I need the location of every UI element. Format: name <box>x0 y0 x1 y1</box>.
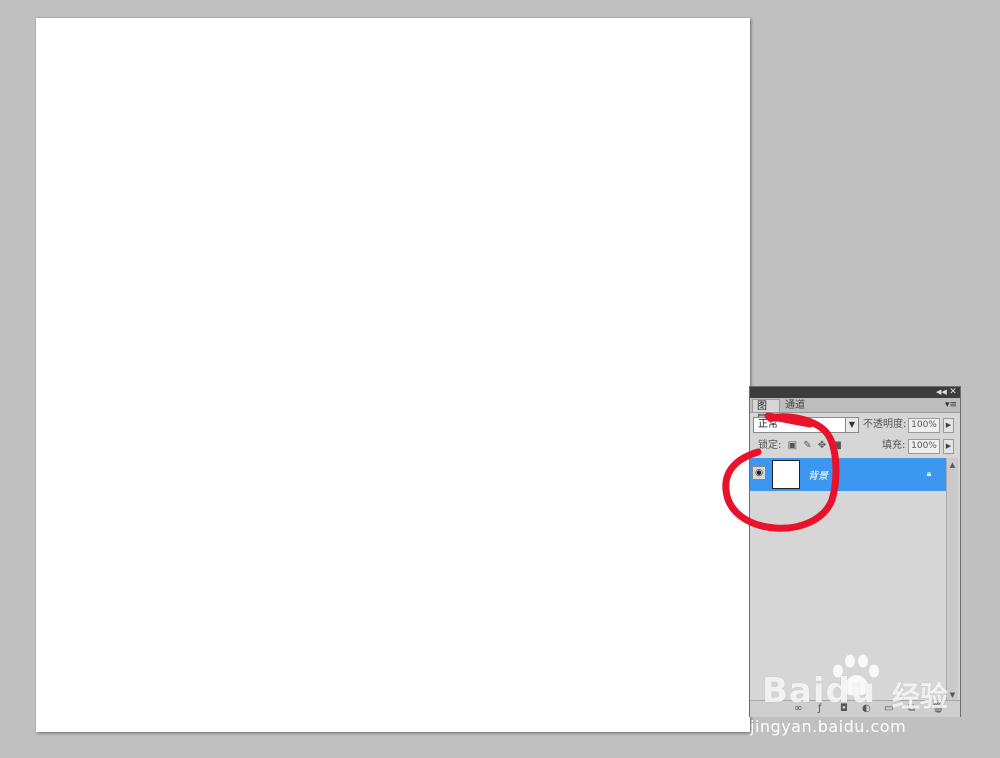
lock-transparent-icon[interactable]: ▣ <box>788 440 797 451</box>
panel-tab-row: 图层 通道 ▾≡ <box>750 398 960 425</box>
document-canvas[interactable] <box>36 18 750 732</box>
watermark-url: jingyan.baidu.com <box>750 717 907 736</box>
close-icon[interactable]: ✕ <box>948 387 958 398</box>
opacity-label: 不透明度: <box>863 419 907 430</box>
opacity-arrow-icon[interactable]: ▶ <box>943 418 954 433</box>
eye-icon[interactable]: ◉ <box>752 466 766 480</box>
lock-label: 锁定: <box>758 440 782 451</box>
blend-mode-select[interactable]: 正常 ▼ <box>753 417 859 433</box>
watermark-product: 经验 <box>892 680 949 713</box>
blend-mode-value: 正常 <box>758 419 778 430</box>
chevron-down-icon[interactable]: ▼ <box>845 417 859 433</box>
opacity-input[interactable]: 100% <box>908 418 940 433</box>
layer-thumbnail[interactable] <box>772 460 800 489</box>
lock-all-icon[interactable]: ■ <box>832 440 841 451</box>
fill-label: 填充: <box>882 440 906 451</box>
tab-channels[interactable]: 通道 <box>781 399 811 412</box>
lock-move-icon[interactable]: ✥ <box>818 440 826 451</box>
lock-options: 锁定: ▣ ✎ ✥ ■ <box>758 438 845 454</box>
lock-icon: 🔒︎ <box>926 469 932 478</box>
layer-name[interactable]: 背景 <box>808 467 828 482</box>
lock-brush-icon[interactable]: ✎ <box>803 440 811 451</box>
lock-fill-row: 锁定: ▣ ✎ ✥ ■ 填充: 100% ▶ <box>750 436 960 456</box>
collapse-icon[interactable]: ◀◀ <box>936 387 947 398</box>
tab-layers[interactable]: 图层 <box>752 399 780 425</box>
baidu-watermark: Baidu 经验 jingyan.baidu.com <box>750 653 992 753</box>
layer-row-background[interactable]: ◉ 背景 🔒︎ <box>750 458 946 491</box>
panel-menu-icon[interactable]: ▾≡ <box>945 399 957 411</box>
watermark-brand: Baidu <box>762 671 877 711</box>
fill-arrow-icon[interactable]: ▶ <box>943 439 954 454</box>
panel-title-bar[interactable]: ◀◀ ✕ <box>750 387 960 398</box>
blend-opacity-row: 正常 ▼ 不透明度: 100% ▶ <box>750 415 960 435</box>
scroll-up-icon[interactable]: ▲ <box>947 460 958 470</box>
fill-input[interactable]: 100% <box>908 439 940 454</box>
